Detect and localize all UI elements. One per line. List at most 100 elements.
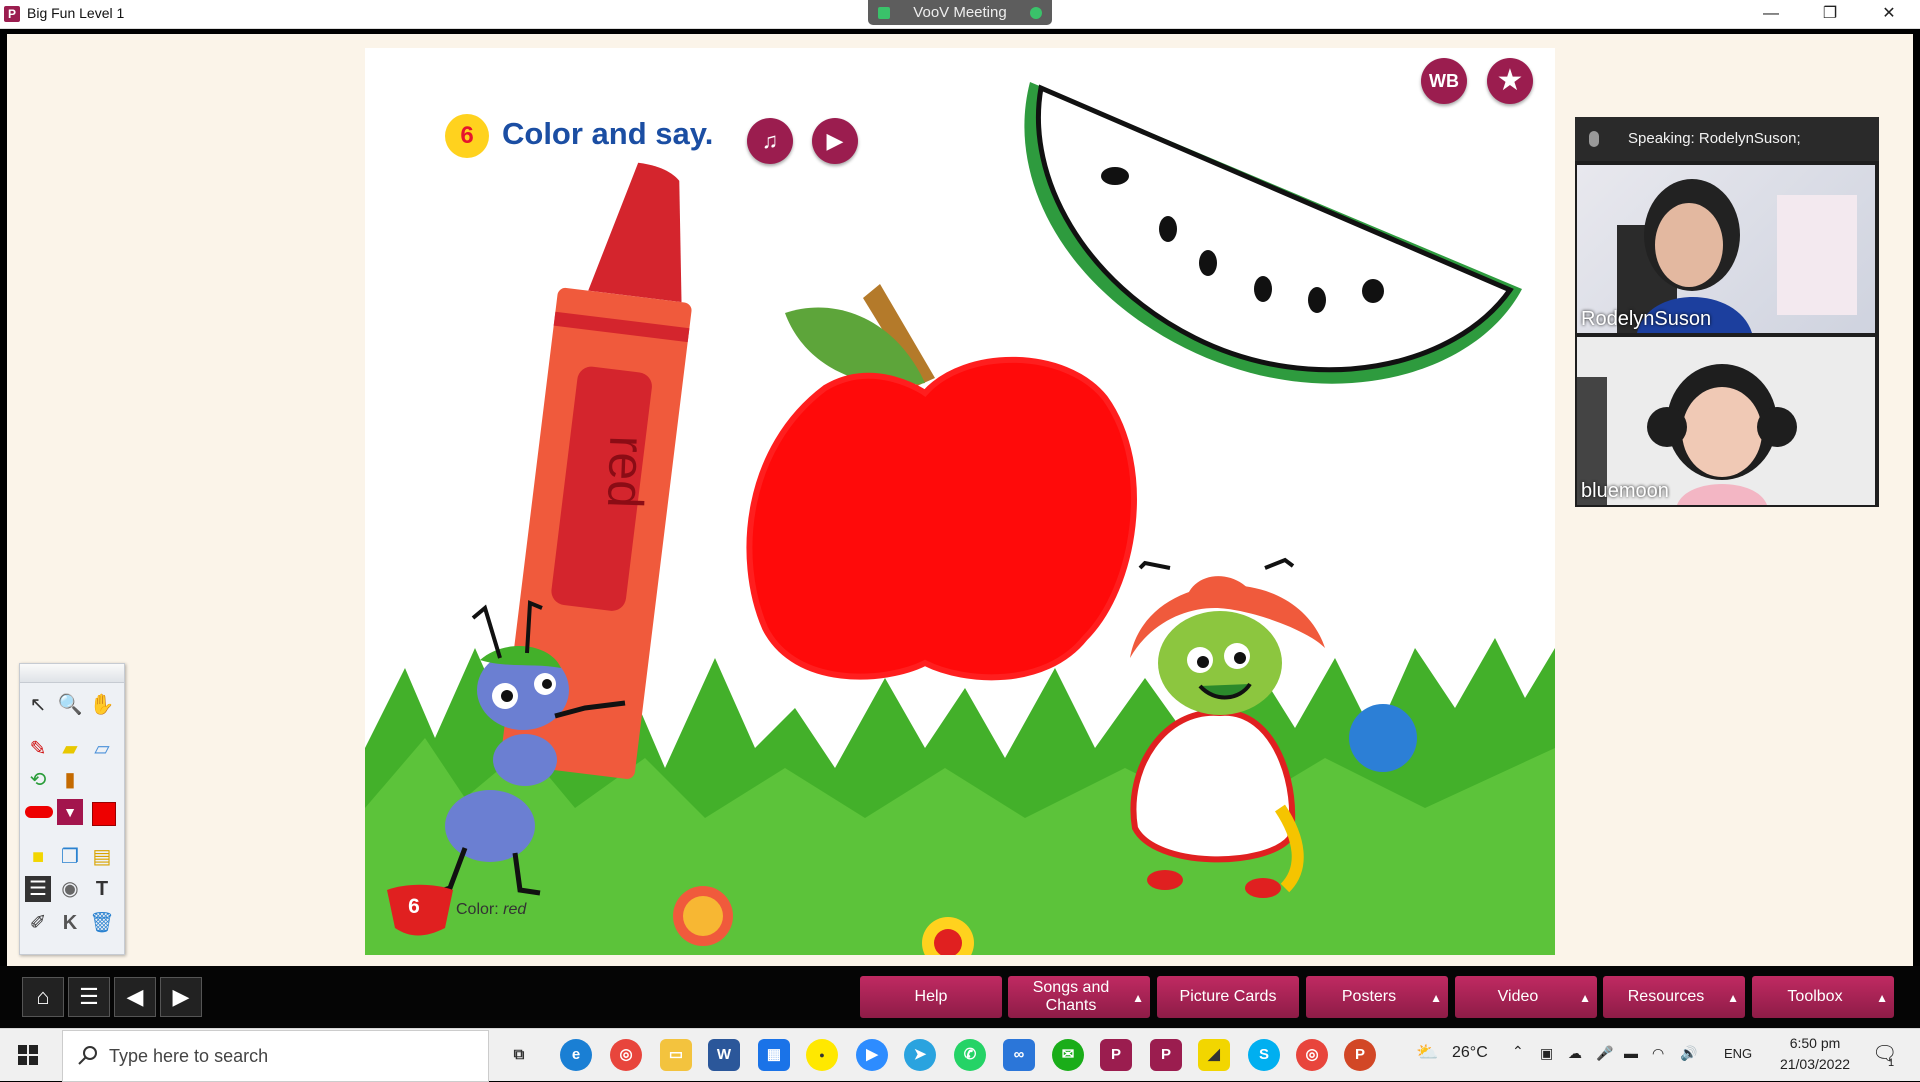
- star-button[interactable]: ★: [1487, 58, 1533, 104]
- keyboard-tool-icon[interactable]: K: [57, 910, 83, 936]
- calendar-icon[interactable]: ▦: [758, 1039, 790, 1071]
- participant-tile[interactable]: RodelynSuson: [1577, 165, 1875, 333]
- text-tool-icon[interactable]: T: [89, 876, 115, 902]
- bin-tool-icon[interactable]: 🗑: [89, 910, 115, 936]
- footer-lesson-number: 6: [408, 895, 420, 918]
- sticky-app-icon[interactable]: ●: [806, 1039, 838, 1071]
- speaking-text: Speaking: RodelynSuson;: [1628, 130, 1801, 147]
- undo-tool-icon[interactable]: ⟲: [25, 767, 51, 793]
- telegram-icon[interactable]: ➤: [904, 1039, 936, 1071]
- music-note-icon[interactable]: ♫: [747, 118, 793, 164]
- watermelon-flesh: [1035, 84, 1514, 373]
- hand-tool-icon[interactable]: ✋: [89, 692, 115, 718]
- highlighter-tool-icon[interactable]: ▰: [57, 736, 83, 762]
- meeting-video-panel: Speaking: RodelynSuson; RodelynSuson blu…: [1575, 117, 1879, 507]
- windows-start-icon[interactable]: [18, 1045, 38, 1065]
- word-icon[interactable]: W: [708, 1039, 740, 1071]
- help-button[interactable]: Help: [860, 976, 1002, 1018]
- powerpoint-icon[interactable]: P: [1344, 1039, 1376, 1071]
- onedrive-icon[interactable]: ☁: [1568, 1045, 1582, 1062]
- microphone-tray-icon[interactable]: 🎤: [1596, 1045, 1613, 1062]
- search-icon: [78, 1046, 97, 1065]
- windows-taskbar: Type here to search ⧉ e ◎ ▭ W ▦ ● ▶ ➤ ✆ …: [0, 1028, 1920, 1082]
- shield-icon: [1030, 7, 1042, 19]
- menu-up-arrow-icon: ▲: [1727, 991, 1739, 1005]
- big-fun-app-2-icon[interactable]: P: [1150, 1039, 1182, 1071]
- clock-date[interactable]: 21/03/2022: [1770, 1056, 1860, 1072]
- wechat-icon[interactable]: ✉: [1052, 1039, 1084, 1071]
- skype-icon[interactable]: S: [1248, 1039, 1280, 1071]
- edge-browser-icon[interactable]: e: [560, 1039, 592, 1071]
- volume-icon[interactable]: 🔊: [1680, 1045, 1697, 1062]
- footer-caption-prefix: Color:: [456, 901, 504, 918]
- color-swatch[interactable]: [92, 802, 116, 826]
- footer-caption-word: red: [503, 901, 527, 918]
- big-fun-app-icon[interactable]: P: [1100, 1039, 1132, 1071]
- speaking-indicator: Speaking: RodelynSuson;: [1575, 117, 1879, 161]
- file-explorer-icon[interactable]: ▭: [660, 1039, 692, 1071]
- edit-tool-icon[interactable]: ✐: [25, 910, 51, 936]
- windows-tool-icon[interactable]: ❐: [57, 844, 83, 870]
- chrome-browser-icon[interactable]: ◎: [610, 1039, 642, 1071]
- network-signal-icon: [878, 7, 890, 19]
- eraser-tool-icon[interactable]: ▱: [89, 736, 115, 762]
- restore-button[interactable]: ❐: [1807, 0, 1853, 28]
- thickness-dropdown-icon[interactable]: ▼: [57, 799, 83, 825]
- footer-caption: Color: red: [456, 901, 526, 919]
- songs-and-chants-button[interactable]: Songs and Chants ▲: [1008, 976, 1150, 1018]
- search-placeholder: Type here to search: [109, 1046, 269, 1066]
- previous-page-button[interactable]: ◀: [114, 977, 156, 1017]
- zoom-tool-icon[interactable]: 🔍: [57, 692, 83, 718]
- picture-cards-button[interactable]: Picture Cards: [1157, 976, 1299, 1018]
- tray-overflow-icon[interactable]: ⌃: [1512, 1043, 1524, 1060]
- toolbox-button[interactable]: Toolbox ▲: [1752, 976, 1894, 1018]
- clock-time[interactable]: 6:50 pm: [1780, 1035, 1850, 1051]
- annotation-toolbar: ↖ 🔍 ✋ ✎ ▰ ▱ ⟲ ▮ ▼ ■ ❐ ▤ ☰ ◉ T ✐ K 🗑: [19, 663, 125, 955]
- workbook-button[interactable]: WB: [1421, 58, 1467, 104]
- participant-name: RodelynSuson: [1581, 308, 1712, 330]
- list-tool-icon[interactable]: ☰: [25, 876, 51, 902]
- weather-icon[interactable]: ⛅: [1416, 1042, 1438, 1063]
- chrome-profile-icon[interactable]: ◎: [1296, 1039, 1328, 1071]
- video-button[interactable]: Video ▲: [1455, 976, 1597, 1018]
- posters-label: Posters: [1341, 988, 1397, 1005]
- resources-button[interactable]: Resources ▲: [1603, 976, 1745, 1018]
- orange-flower: [673, 886, 733, 946]
- songs-and-chants-label: Songs and Chants: [1032, 979, 1110, 1014]
- marker-tool-icon[interactable]: ▮: [57, 767, 83, 793]
- sticky-note-icon[interactable]: ■: [25, 844, 51, 870]
- line-thickness-swatch[interactable]: [25, 806, 53, 818]
- toolbar-grip[interactable]: [20, 664, 124, 683]
- video-label: Video: [1497, 988, 1539, 1005]
- menu-button[interactable]: ☰: [68, 977, 110, 1017]
- taskbar-search-box[interactable]: Type here to search: [62, 1030, 489, 1082]
- picture-cards-label: Picture Cards: [1179, 988, 1277, 1005]
- task-view-icon[interactable]: ⧉: [503, 1039, 535, 1071]
- camera-tool-icon[interactable]: ◉: [57, 876, 83, 902]
- pointer-tool-icon[interactable]: ↖: [25, 692, 51, 718]
- lesson-slide: 6 Color and say. ♫ ▶ WB ★ red 6 Color: r…: [365, 48, 1555, 955]
- pen-tool-icon[interactable]: ✎: [25, 736, 51, 762]
- battery-icon[interactable]: ▬: [1624, 1045, 1638, 1061]
- participant-tile[interactable]: bluemoon: [1577, 337, 1875, 505]
- next-page-button[interactable]: ▶: [160, 977, 202, 1017]
- voov-meeting-icon[interactable]: ∞: [1003, 1039, 1035, 1071]
- posters-button[interactable]: Posters ▲: [1306, 976, 1448, 1018]
- folder-tool-icon[interactable]: ▤: [89, 844, 115, 870]
- input-language[interactable]: ENG: [1724, 1046, 1752, 1061]
- weather-temperature[interactable]: 26°C: [1452, 1044, 1488, 1062]
- wifi-icon[interactable]: ◠: [1652, 1045, 1664, 1062]
- minimize-button[interactable]: —: [1748, 0, 1794, 28]
- zoom-app-icon[interactable]: ▶: [856, 1039, 888, 1071]
- home-button[interactable]: ⌂: [22, 977, 64, 1017]
- participant-name: bluemoon: [1581, 480, 1669, 502]
- microphone-icon: [1589, 131, 1599, 147]
- play-button[interactable]: ▶: [812, 118, 858, 164]
- resources-label: Resources: [1627, 988, 1705, 1005]
- close-button[interactable]: ✕: [1866, 0, 1912, 28]
- whatsapp-icon[interactable]: ✆: [954, 1039, 986, 1071]
- help-button-label: Help: [914, 988, 948, 1005]
- sticky-notes-icon[interactable]: ◢: [1198, 1039, 1230, 1071]
- meeting-status-pill[interactable]: VooV Meeting: [868, 0, 1052, 25]
- devices-icon[interactable]: ▣: [1540, 1045, 1553, 1062]
